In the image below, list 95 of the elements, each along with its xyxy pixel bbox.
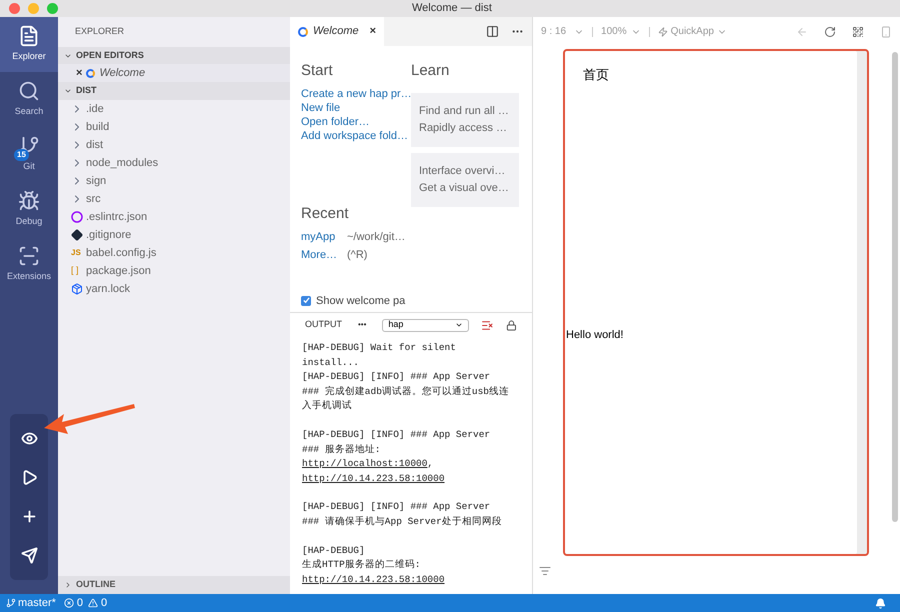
- logo-icon: [298, 26, 308, 36]
- close-icon[interactable]: ×: [370, 23, 376, 40]
- eye-icon[interactable]: [20, 430, 38, 447]
- problems-indicator[interactable]: 0 0: [64, 594, 108, 612]
- output-line: [HAP-DEBUG] Wait for silent: [302, 341, 456, 355]
- file-tree-item[interactable]: yarn.lock: [58, 280, 290, 298]
- checkbox-label: Show welcome pa: [316, 294, 406, 308]
- circle-icon: [71, 211, 83, 223]
- recent-path: ~/work/git…: [347, 230, 406, 245]
- clear-output-icon[interactable]: [481, 318, 494, 332]
- js-icon: JS: [71, 247, 83, 259]
- file-tree-item[interactable]: node_modules: [58, 154, 290, 172]
- file-tree-item[interactable]: src: [58, 190, 290, 208]
- output-punctuation: ,: [427, 457, 434, 472]
- branch-icon: [6, 598, 16, 608]
- section-heading: Recent: [301, 204, 350, 224]
- output-line: [HAP-DEBUG] [INFO] ### App Server: [302, 500, 490, 514]
- file-tree-item[interactable]: .ide: [58, 100, 290, 118]
- brackets-icon: [ ]: [71, 264, 83, 278]
- output-line: [HAP-DEBUG] [INFO] ### App Server: [302, 370, 490, 384]
- activity-bar-item[interactable]: Explorer: [0, 17, 58, 72]
- learn-card[interactable]: Interface overvi… Get a visual ove…: [411, 152, 519, 206]
- link[interactable]: Open folder…: [301, 114, 411, 128]
- file-tree-item[interactable]: JS babel.config.js: [58, 244, 290, 262]
- output-line: [HAP-DEBUG]: [302, 544, 365, 558]
- filter-icon[interactable]: [539, 565, 551, 577]
- file-tree-item[interactable]: build: [58, 118, 290, 136]
- send-icon[interactable]: [20, 547, 38, 564]
- learn-card[interactable]: Find and run all … Rapidly access …: [411, 92, 519, 146]
- caret-icon: [455, 321, 464, 329]
- checkbox[interactable]: [301, 296, 311, 306]
- file-tree-item[interactable]: sign: [58, 172, 290, 190]
- extensions-icon: [18, 245, 40, 268]
- section-heading: Learn: [411, 61, 450, 81]
- link[interactable]: New file: [301, 100, 411, 114]
- section-header[interactable]: DIST: [58, 82, 290, 100]
- output-line: [HAP-DEBUG] [INFO] ### App Server: [302, 428, 490, 442]
- activity-bar-item[interactable]: 15 Git: [0, 127, 58, 182]
- link[interactable]: Create a new hap pr…: [301, 86, 411, 100]
- output-link[interactable]: http://10.14.223.58:10000: [302, 572, 445, 588]
- lock-icon[interactable]: [506, 320, 517, 330]
- diamond-icon: [71, 229, 83, 241]
- file-tree-item[interactable]: .gitignore: [58, 226, 290, 244]
- platform-dropdown[interactable]: QuickApp: [658, 24, 727, 39]
- reload-icon[interactable]: [824, 26, 836, 38]
- output-link[interactable]: http://10.14.223.58:10000: [302, 472, 445, 486]
- section-heading: Start: [301, 61, 334, 81]
- search-icon: [18, 80, 40, 102]
- file-icon: [18, 25, 40, 48]
- activity-bar-item[interactable]: Debug: [0, 182, 58, 237]
- play-icon[interactable]: [20, 469, 38, 486]
- close-icon[interactable]: ×: [76, 64, 82, 82]
- output-line: 入手机调试: [302, 399, 352, 414]
- activity-bar-item[interactable]: Extensions: [0, 237, 58, 292]
- branch-indicator[interactable]: master*: [6, 594, 56, 612]
- scrollbar[interactable]: [892, 52, 898, 522]
- section-header[interactable]: OUTLINE: [58, 576, 290, 594]
- file-tree-item[interactable]: .eslintrc.json: [58, 208, 290, 226]
- plus-icon[interactable]: [20, 508, 38, 525]
- file-tree-item[interactable]: dist: [58, 136, 290, 154]
- logo-icon: [86, 68, 96, 78]
- activity-bar-item[interactable]: Search: [0, 72, 58, 127]
- more-button[interactable]: •••: [358, 319, 366, 331]
- page-title: 首页: [583, 66, 610, 84]
- editor-tab[interactable]: Welcome ×: [290, 17, 384, 46]
- check-icon: [302, 297, 310, 304]
- output-line: ### 服务器地址:: [302, 442, 381, 457]
- error-icon: [64, 598, 74, 608]
- output-line: ### 请确保手机与App Server处于相同网段: [302, 514, 502, 529]
- output-line: ### 完成创建adb调试器。您可以通过usb线连: [302, 384, 510, 399]
- package-icon: [71, 283, 83, 295]
- output-link[interactable]: http://localhost:10000: [302, 457, 428, 472]
- page-text: Hello world!: [566, 328, 624, 343]
- panel-tab[interactable]: OUTPUT: [305, 318, 342, 332]
- sidebar-title: EXPLORER: [74, 25, 126, 38]
- bug-icon: [18, 190, 40, 212]
- section-header[interactable]: OPEN EDITORS: [58, 47, 290, 64]
- window-title: Welcome — dist: [412, 1, 492, 16]
- link[interactable]: Add workspace fold…: [301, 128, 411, 142]
- bolt-icon: [658, 26, 668, 36]
- warning-icon: [88, 598, 98, 608]
- output-line: install...: [302, 356, 360, 370]
- qr-code-icon[interactable]: [852, 26, 864, 38]
- file-tree-item[interactable]: [ ] package.json: [58, 262, 290, 280]
- ratio-dropdown[interactable]: 9 : 16: [541, 24, 584, 39]
- bell-icon[interactable]: [875, 598, 886, 608]
- count-badge: 15: [14, 149, 29, 161]
- link[interactable]: More…: [301, 246, 337, 264]
- split-editor-icon[interactable]: [486, 25, 499, 38]
- link[interactable]: myApp: [301, 228, 337, 246]
- channel-select[interactable]: hap: [382, 318, 470, 332]
- zoom-dropdown[interactable]: 100%: [601, 24, 641, 39]
- output-line: 生成HTTP服务器的二维码:: [302, 558, 421, 572]
- open-editor-item[interactable]: × Welcome: [58, 64, 290, 82]
- recent-path: (^R): [347, 248, 368, 263]
